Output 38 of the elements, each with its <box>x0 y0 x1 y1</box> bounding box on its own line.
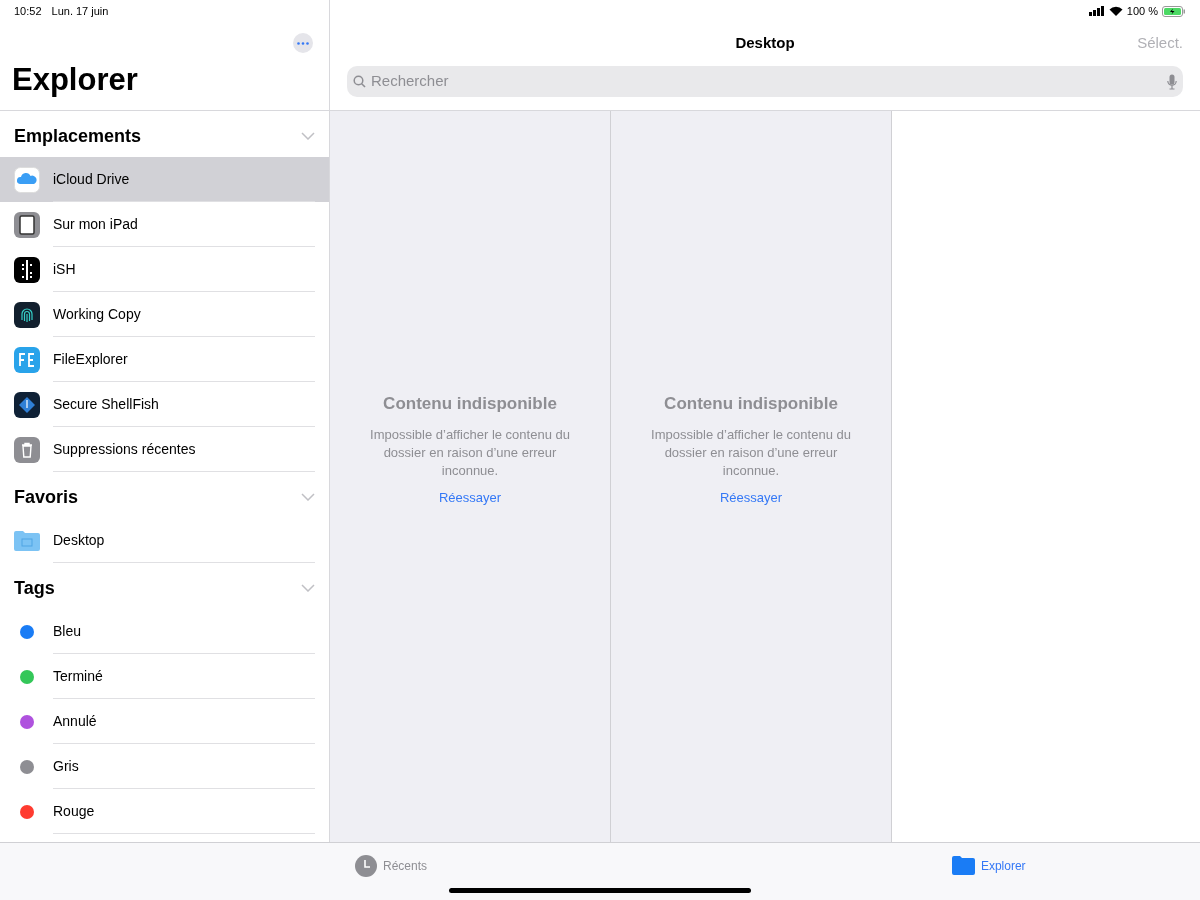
tab-button[interactable]: Explorer <box>777 843 1200 900</box>
section-header: Emplacements <box>14 124 142 148</box>
trash-icon <box>14 436 40 463</box>
fe-letters-icon <box>14 346 40 373</box>
search-icon <box>353 75 366 88</box>
empty-heading: Contenu indisponible <box>383 393 557 415</box>
retry-link[interactable]: Réessayer <box>438 487 502 507</box>
section-header: Favoris <box>14 485 79 509</box>
section-header: Tags <box>14 576 55 600</box>
error-message: Impossible d’afficher le contenu du dossier en raison d’une erreur inconnue. <box>650 425 852 480</box>
battery-percent: 100 % <box>1126 3 1158 19</box>
folder-icon <box>951 856 975 875</box>
microphone-icon[interactable] <box>1167 73 1177 90</box>
tablet-icon <box>14 211 40 238</box>
fingerprint-icon <box>14 301 40 328</box>
chevron-icon[interactable] <box>301 493 315 501</box>
dotted-symbol-icon <box>14 256 40 283</box>
chevron-icon[interactable] <box>301 132 315 140</box>
error-message: Impossible d’afficher le contenu du dossier en raison d’une erreur inconnue. <box>369 425 571 480</box>
more-button[interactable] <box>293 33 313 53</box>
sidebar-title: Explorer <box>12 62 139 98</box>
search-field[interactable]: Rechercher <box>347 66 1183 97</box>
wifi-icon <box>1108 6 1123 16</box>
shell-icon <box>14 391 40 418</box>
battery-icon <box>1162 5 1186 17</box>
search-input[interactable]: Rechercher <box>371 70 1162 93</box>
retry-link[interactable]: Réessayer <box>719 487 783 507</box>
empty-heading: Contenu indisponible <box>664 393 838 415</box>
chevron-icon[interactable] <box>301 584 315 592</box>
sidebar-item[interactable]: iCloud Drive <box>0 157 329 202</box>
folder-icon <box>14 530 40 551</box>
folder-title: Desktop <box>735 32 795 53</box>
cloud-icon <box>14 166 40 193</box>
signal-icon <box>1088 6 1105 16</box>
status-time: 10:52 <box>14 3 42 19</box>
ellipsis-icon <box>297 41 309 45</box>
clock-icon <box>355 854 377 877</box>
status-date: Lun. 17 juin <box>51 3 109 19</box>
